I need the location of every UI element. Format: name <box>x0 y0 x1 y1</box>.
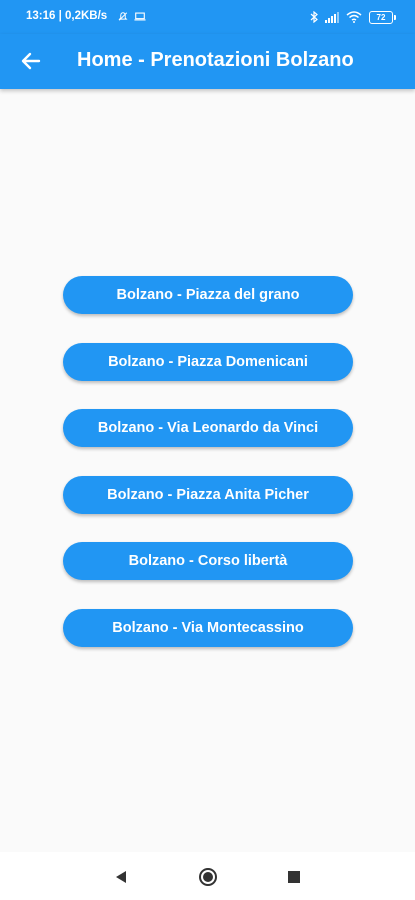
location-button-piazza-del-grano[interactable]: Bolzano - Piazza del grano <box>63 276 353 314</box>
location-button-list: Bolzano - Piazza del grano Bolzano - Pia… <box>63 276 353 676</box>
page-title: Home - Prenotazioni Bolzano <box>77 49 354 71</box>
nav-home-button[interactable] <box>197 866 219 888</box>
location-button-corso-liberta[interactable]: Bolzano - Corso libertà <box>63 542 353 581</box>
location-button-via-montecassino[interactable]: Bolzano - Via Montecassino <box>63 608 353 647</box>
system-nav-bar <box>0 852 415 900</box>
status-time: 13:16 | 0,2KB/s <box>26 10 108 22</box>
signal-icon <box>325 12 339 23</box>
back-button[interactable] <box>14 44 48 78</box>
square-recents-icon <box>288 871 300 883</box>
app-bar: Home - Prenotazioni Bolzano <box>0 34 415 89</box>
nav-recents-button[interactable] <box>283 866 305 888</box>
location-button-piazza-domenicani[interactable]: Bolzano - Piazza Domenicani <box>63 342 353 381</box>
wifi-icon <box>346 11 362 23</box>
status-bar: 13:16 | 0,2KB/s 72 <box>0 0 415 34</box>
arrow-back-icon <box>21 52 41 70</box>
notification-muted-icon <box>118 12 128 21</box>
location-button-via-leonardo-da-vinci[interactable]: Bolzano - Via Leonardo da Vinci <box>63 409 353 448</box>
location-button-piazza-anita-picher[interactable]: Bolzano - Piazza Anita Picher <box>63 475 353 514</box>
nav-back-button[interactable] <box>110 866 132 888</box>
circle-home-icon <box>199 868 217 886</box>
bluetooth-icon <box>310 11 318 23</box>
triangle-back-icon <box>116 871 126 883</box>
laptop-icon <box>134 12 146 21</box>
battery-indicator: 72 <box>369 10 396 24</box>
